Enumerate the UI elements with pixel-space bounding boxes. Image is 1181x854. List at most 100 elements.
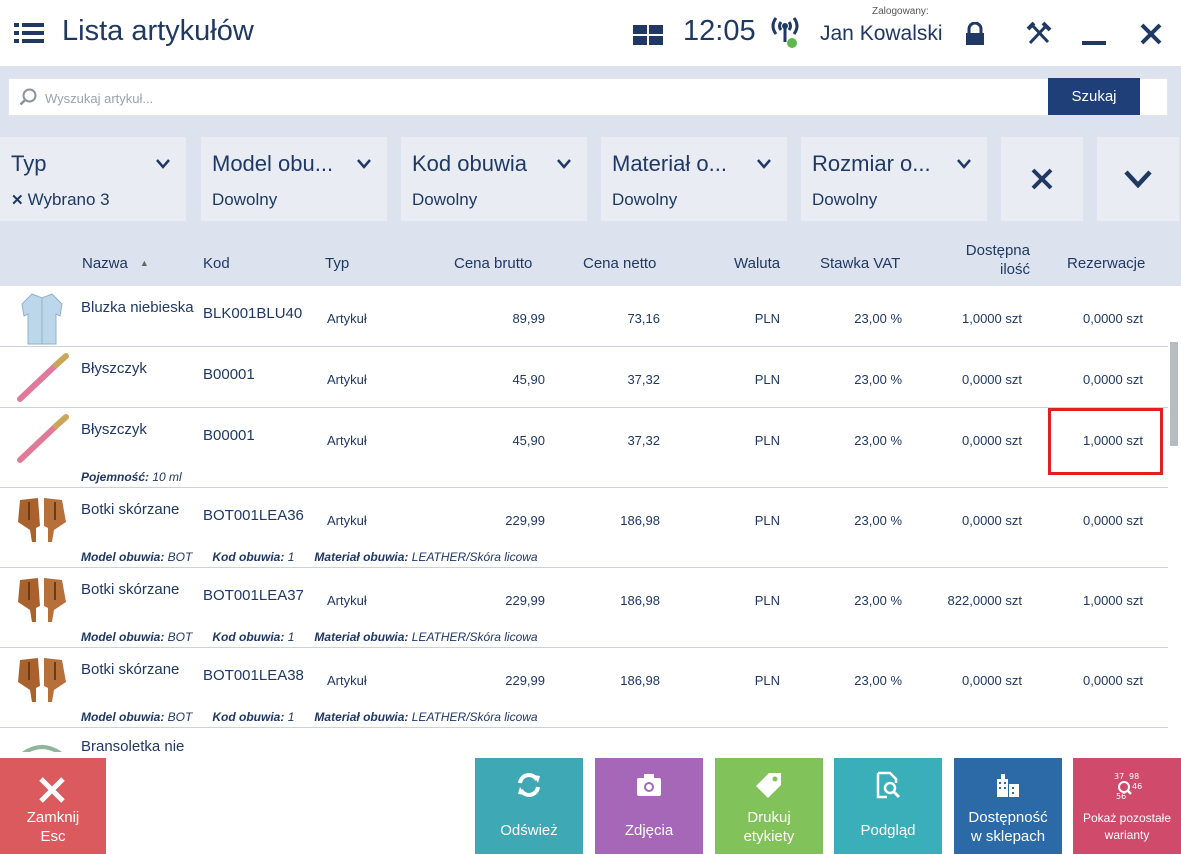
item-attributes: Model obuwia: BOT Kod obuwia: 1 Materiał… [81, 630, 538, 644]
item-type: Artykuł [327, 372, 367, 387]
print-labels-button[interactable]: Drukuj etykiety [715, 758, 823, 854]
minimize-button[interactable] [1076, 16, 1112, 52]
filter-shoe-model[interactable]: Model obu... Dowolny [201, 137, 387, 221]
column-header-net-price[interactable]: Cena netto [583, 255, 656, 272]
table-row[interactable]: Bransoletka nie [0, 728, 1168, 752]
item-code: BOT001LEA38 [203, 667, 304, 684]
svg-text:56: 56 [1116, 792, 1126, 800]
filter-type[interactable]: Typ ✕ Wybrano 3 [0, 137, 186, 221]
item-code: BOT001LEA36 [203, 507, 304, 524]
item-vat: 23,00 % [854, 593, 902, 608]
svg-text:37: 37 [1114, 772, 1124, 781]
print-labels-label: Drukuj etykiety [743, 809, 795, 845]
store-availability-button[interactable]: Dostępność w sklepach [954, 758, 1062, 854]
item-reservations: 0,0000 szt [1083, 673, 1143, 688]
lock-button[interactable] [957, 16, 993, 52]
scrollbar-thumb[interactable] [1170, 342, 1178, 446]
clear-filters-button[interactable] [1001, 137, 1083, 221]
chevron-down-icon [156, 159, 170, 169]
preview-button[interactable]: Podgląd [834, 758, 942, 854]
item-type: Artykuł [327, 513, 367, 528]
item-code: BOT001LEA37 [203, 587, 304, 604]
product-thumbnail-boots [18, 658, 66, 702]
item-gross-price: 45,90 [512, 372, 545, 387]
sort-ascending-icon: ▲ [139, 258, 149, 268]
item-reservations: 1,0000 szt [1083, 593, 1143, 608]
filter-value: ✕ Wybrano 3 [11, 190, 110, 209]
item-available-qty: 1,0000 szt [962, 311, 1022, 326]
close-label: Zamknij Esc [26, 809, 80, 845]
column-header-vat[interactable]: Stawka VAT [820, 255, 900, 272]
table-row[interactable]: Bluzka niebieska BLK001BLU40 Artykuł 89,… [0, 286, 1168, 347]
refresh-button[interactable]: Odśwież [475, 758, 583, 854]
column-header-gross-price[interactable]: Cena brutto [454, 255, 532, 272]
item-net-price: 37,32 [627, 372, 660, 387]
show-other-variants-button[interactable]: 37 98 46 56 Pokaż pozostałe warianty [1073, 758, 1181, 854]
user-name[interactable]: Jan Kowalski [820, 22, 943, 46]
item-vat: 23,00 % [854, 311, 902, 326]
close-app-button[interactable] [1133, 16, 1169, 52]
close-icon [1031, 168, 1053, 190]
item-available-qty: 0,0000 szt [962, 673, 1022, 688]
column-header-reservations[interactable]: Rezerwacje [1067, 255, 1145, 272]
page-title: Lista artykułów [62, 15, 254, 47]
item-available-qty: 0,0000 szt [962, 372, 1022, 387]
item-name: Botki skórzane [81, 581, 180, 598]
expand-filters-button[interactable] [1097, 137, 1179, 221]
item-gross-price: 45,90 [512, 433, 545, 448]
column-header-type[interactable]: Typ [325, 255, 349, 272]
app-header: Lista artykułów 12:05 Zalogowany: Jan Ko… [0, 0, 1181, 66]
filter-shoe-code[interactable]: Kod obuwia Dowolny [401, 137, 587, 221]
item-net-price: 186,98 [620, 593, 660, 608]
tag-icon-wrap [715, 770, 823, 800]
column-header-currency[interactable]: Waluta [734, 255, 780, 272]
filter-label: Kod obuwia [412, 151, 527, 176]
clock: 12:05 [683, 15, 756, 47]
close-button[interactable]: Zamknij Esc [0, 758, 106, 854]
item-gross-price: 229,99 [505, 593, 545, 608]
table-header: Nazwa ▲ Kod Typ Cena brutto Cena netto Wa… [0, 233, 1181, 286]
item-vat: 23,00 % [854, 513, 902, 528]
document-preview-icon [876, 771, 901, 799]
product-thumbnail-blouse [21, 293, 63, 345]
photos-button[interactable]: Zdjęcia [595, 758, 703, 854]
column-header-code[interactable]: Kod [203, 255, 230, 272]
item-name: Błyszczyk [81, 360, 147, 377]
photos-label: Zdjęcia [624, 822, 674, 839]
item-available-qty: 0,0000 szt [962, 513, 1022, 528]
tiles-view-icon[interactable] [633, 25, 663, 45]
preview-icon-wrap [834, 770, 942, 800]
table-row[interactable]: Botki skórzane BOT001LEA37 Artykuł 229,9… [0, 568, 1168, 648]
table-row[interactable]: Błyszczyk B00001 Artykuł 45,90 37,32 PLN… [0, 347, 1168, 408]
search-input[interactable] [45, 85, 1025, 111]
table-row[interactable]: Błyszczyk B00001 Artykuł 45,90 37,32 PLN… [0, 408, 1168, 488]
refresh-label: Odśwież [500, 822, 558, 839]
product-thumbnail-bracelet [22, 745, 62, 752]
product-thumbnail-boots [18, 578, 66, 622]
filter-shoe-material[interactable]: Materiał o... Dowolny [601, 137, 787, 221]
refresh-icon [518, 773, 540, 797]
search-icon [19, 88, 37, 106]
table-row[interactable]: Botki skórzane BOT001LEA36 Artykuł 229,9… [0, 488, 1168, 568]
column-header-name[interactable]: Nazwa ▲ [82, 255, 149, 272]
svg-text:98: 98 [1129, 772, 1139, 781]
item-reservations: 0,0000 szt [1083, 513, 1143, 528]
close-icon [1140, 23, 1162, 45]
preview-label: Podgląd [860, 822, 916, 839]
filter-shoe-size[interactable]: Rozmiar o... Dowolny [801, 137, 987, 221]
item-attributes: Pojemność: 10 ml [81, 470, 182, 484]
search-button[interactable]: Szukaj [1048, 78, 1140, 115]
hamburger-menu-icon[interactable] [14, 22, 44, 44]
tools-button[interactable] [1021, 16, 1057, 52]
item-type: Artykuł [327, 433, 367, 448]
buildings-icon-wrap [954, 770, 1062, 800]
filter-label: Rozmiar o... [812, 151, 931, 176]
item-name: Bransoletka nie [81, 738, 185, 752]
item-vat: 23,00 % [854, 372, 902, 387]
clear-selection-icon[interactable]: ✕ [11, 192, 24, 209]
column-header-available-qty[interactable]: Dostępna ilość [950, 241, 1030, 279]
filter-value: Dowolny [812, 190, 878, 209]
table-row[interactable]: Botki skórzane BOT001LEA38 Artykuł 229,9… [0, 648, 1168, 728]
connection-status-icon[interactable] [769, 14, 801, 50]
item-currency: PLN [754, 433, 780, 448]
